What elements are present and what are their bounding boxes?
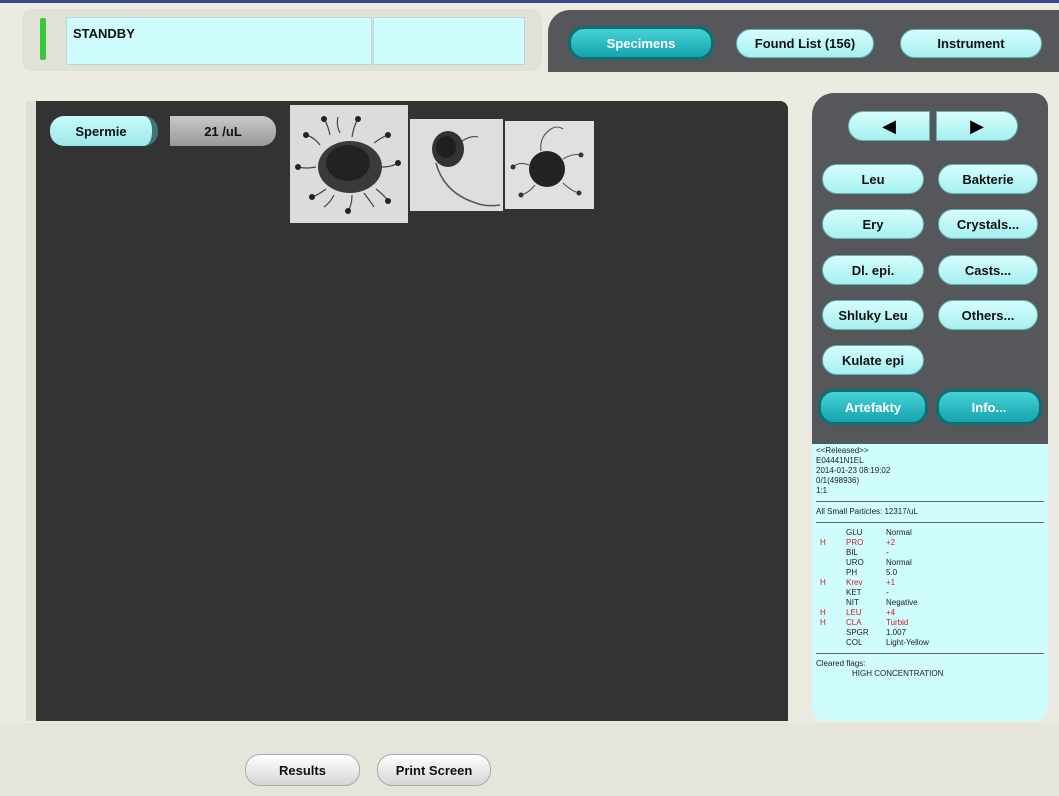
urine-name: KET [846, 588, 862, 597]
urine-flag [816, 588, 846, 598]
urine-name: GLU [846, 528, 863, 537]
urine-name: Krev [846, 578, 863, 587]
particle-thumbnail[interactable] [290, 105, 408, 223]
dilution-ratio: 1:1 [816, 486, 828, 495]
urine-name: PRO [846, 538, 864, 547]
urine-name: PH [846, 568, 858, 577]
category-button-bakterie[interactable]: Bakterie [938, 164, 1038, 194]
urine-row: KET - [816, 588, 1044, 598]
urine-name: LEU [846, 608, 862, 617]
particle-thumbnail[interactable] [410, 119, 503, 211]
tab-found-list[interactable]: Found List (156) [736, 29, 874, 58]
urine-flag [816, 528, 846, 538]
urine-row: H LEU +4 [816, 608, 1044, 618]
category-count: 21 /uL [170, 116, 276, 146]
urine-name: CLA [846, 618, 862, 627]
divider [816, 653, 1044, 654]
category-button-ery[interactable]: Ery [822, 209, 924, 239]
viewer-side-strip [26, 101, 36, 721]
urine-row: NIT Negative [816, 598, 1044, 608]
urine-value: Light-Yellow [886, 638, 929, 647]
urine-row: H PRO +2 [816, 538, 1044, 548]
urine-flag [816, 548, 846, 558]
sperm-cluster-image-2 [410, 119, 503, 211]
sperm-cluster-image-3 [505, 121, 594, 209]
urine-row: COL Light-Yellow [816, 638, 1044, 648]
divider [816, 522, 1044, 523]
urine-name: BIL [846, 548, 859, 557]
category-panel: ◀ ▶ Leu Bakterie Ery Crystals... Dl. epi… [812, 93, 1048, 444]
bottom-bar: Results Print Screen [0, 723, 1059, 796]
tab-instrument[interactable]: Instrument [900, 29, 1042, 58]
category-name-button[interactable]: Spermie [50, 116, 158, 146]
prev-arrow-icon: ◀ [882, 115, 896, 136]
urine-value: +1 [886, 578, 896, 587]
urine-chemistry-list: GLU Normal H PRO +2 BIL - URO Normal PH 5.0 H Krev +1… [812, 525, 1048, 651]
urine-name: SPGR [846, 628, 869, 637]
urine-value: Normal [886, 528, 912, 537]
release-status: <<Released>> [816, 446, 869, 455]
urine-flag: H [820, 618, 826, 627]
category-button-shluky-leu[interactable]: Shluky Leu [822, 300, 924, 330]
sample-datetime: 2014-01-23 08:19:02 [816, 466, 891, 475]
urine-value: +2 [886, 538, 896, 547]
divider [816, 501, 1044, 502]
urine-row: URO Normal [816, 558, 1044, 568]
urine-flag: H [820, 578, 826, 587]
urine-value: 1.007 [886, 628, 907, 637]
category-button-crystals[interactable]: Crystals... [938, 209, 1038, 239]
category-button-kulate-epi[interactable]: Kulate epi [822, 345, 924, 375]
info-button[interactable]: Info... [936, 389, 1042, 425]
urine-value: Turbid [886, 618, 909, 627]
urine-row: PH 5.0 [816, 568, 1044, 578]
urine-value: Negative [886, 598, 918, 607]
category-button-others[interactable]: Others... [938, 300, 1038, 330]
urine-row: GLU Normal [816, 528, 1044, 538]
specimen-info-panel: <<Released>> E04441N1EL 2014-01-23 08:19… [812, 444, 1048, 721]
urine-flag [816, 568, 846, 578]
sperm-cluster-image-1 [290, 105, 408, 223]
urine-name: NIT [846, 598, 859, 607]
urine-flag: H [820, 608, 826, 617]
urine-value: Normal [886, 558, 912, 567]
tab-specimens[interactable]: Specimens [568, 26, 714, 60]
category-button-artefakty[interactable]: Artefakty [818, 389, 928, 425]
urine-value: - [886, 548, 889, 557]
urine-name: URO [846, 558, 864, 567]
urine-flag: H [820, 538, 826, 547]
urine-name: COL [846, 638, 863, 647]
prev-arrow-button[interactable]: ◀ [848, 111, 930, 141]
urine-value: - [886, 588, 889, 597]
urine-flag [816, 628, 846, 638]
sample-id: E04441N1EL [816, 456, 864, 465]
particle-thumbnail[interactable] [505, 121, 594, 209]
results-button[interactable]: Results [245, 754, 360, 786]
next-arrow-button[interactable]: ▶ [936, 111, 1018, 141]
category-button-casts[interactable]: Casts... [938, 255, 1038, 285]
status-text: STANDBY [66, 17, 372, 65]
print-screen-button[interactable]: Print Screen [377, 754, 491, 786]
status-box-secondary [373, 17, 525, 65]
rack-position: 0/1(498936) [816, 476, 860, 485]
urine-row: H Krev +1 [816, 578, 1044, 588]
category-button-dl-epi[interactable]: Dl. epi. [822, 255, 924, 285]
top-edge-line [0, 0, 1059, 3]
next-arrow-icon: ▶ [970, 115, 984, 136]
top-nav-bar: Specimens Found List (156) Instrument [548, 10, 1059, 72]
urine-value: +4 [886, 608, 896, 617]
urine-flag [816, 598, 846, 608]
cleared-flags-label: Cleared flags: [816, 659, 866, 668]
small-particles: All Small Particles: 12317/uL [816, 507, 918, 516]
urine-flag [816, 638, 846, 648]
urine-flag [816, 558, 846, 568]
category-button-leu[interactable]: Leu [822, 164, 924, 194]
image-viewer[interactable]: Spermie 21 /uL [36, 101, 788, 721]
urine-row: SPGR 1.007 [816, 628, 1044, 638]
status-led-indicator [40, 18, 46, 60]
urine-row: BIL - [816, 548, 1044, 558]
urine-row: H CLA Turbid [816, 618, 1044, 628]
urine-value: 5.0 [886, 568, 898, 577]
cleared-flags-value: HIGH CONCENTRATION [852, 669, 944, 678]
